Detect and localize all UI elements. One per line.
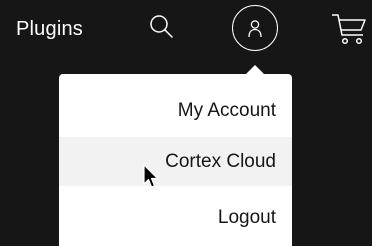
search-button[interactable] [146,10,178,44]
menu-item-cortex-cloud[interactable]: Cortex Cloud [59,137,292,186]
menu-item-my-account[interactable]: My Account [59,86,292,135]
plugins-link[interactable]: Plugins [16,16,83,42]
cart-icon [332,14,366,45]
user-icon [248,20,262,38]
cart-button[interactable] [330,10,372,48]
search-icon [150,15,173,38]
account-button[interactable] [232,5,278,51]
menu-item-logout[interactable]: Logout [59,193,292,242]
account-dropdown-menu: My Account Cortex Cloud Logout [59,74,292,246]
